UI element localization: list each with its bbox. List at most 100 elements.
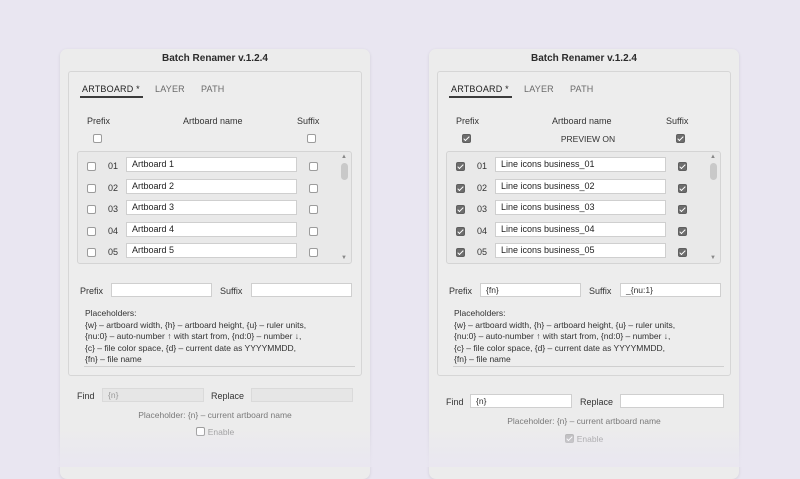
row-number: 04 (477, 226, 488, 236)
find-input[interactable]: {n} (470, 394, 572, 408)
row-prefix-checkbox[interactable] (87, 227, 96, 236)
artboard-name-field[interactable]: Artboard 2 (126, 179, 297, 194)
placeholders-line: {nu:0} – auto-number ↑ with start from, … (454, 331, 671, 341)
artboard-name-field[interactable]: Line icons business_05 (495, 243, 666, 258)
scroll-down-icon[interactable]: ▼ (341, 255, 347, 261)
artboard-name-field[interactable]: Line icons business_03 (495, 200, 666, 215)
row-prefix-checkbox[interactable] (456, 205, 465, 214)
row-suffix-checkbox[interactable] (678, 248, 687, 257)
select-all-suffix-checkbox[interactable] (307, 134, 316, 143)
row-number: 05 (477, 247, 488, 257)
batch-renamer-window-default: Batch Renamer v.1.2.4 ARTBOARD * LAYER P… (60, 49, 370, 479)
row-prefix-checkbox[interactable] (456, 227, 465, 236)
enable-find-replace[interactable]: Enable (429, 434, 739, 444)
placeholders-line: {c} – file color space, {d} – current da… (454, 342, 666, 353)
prefix-label: Prefix (80, 286, 104, 296)
row-suffix-checkbox[interactable] (678, 227, 687, 236)
placeholder-hint: Placeholder: {n} – current artboard name (507, 416, 661, 426)
row-number: 05 (108, 247, 119, 257)
prefix-label: Prefix (449, 286, 473, 296)
tab-path[interactable]: PATH (570, 84, 593, 94)
select-all-prefix-checkbox[interactable] (462, 134, 471, 143)
select-all-prefix-checkbox[interactable] (93, 134, 102, 143)
replace-label: Replace (580, 397, 614, 407)
row-prefix-checkbox[interactable] (87, 184, 96, 193)
row-number: 01 (108, 161, 119, 171)
row-suffix-checkbox[interactable] (678, 205, 687, 214)
options-panel: ARTBOARD * LAYER PATH Prefix Artboard na… (68, 71, 362, 376)
tab-path[interactable]: PATH (201, 84, 224, 94)
artboard-row: 04 Artboard 4 (78, 221, 340, 242)
prefix-column-header: Prefix (87, 116, 111, 126)
artboard-name-field[interactable]: Line icons business_04 (495, 222, 666, 237)
name-column-header: Artboard name (552, 116, 612, 126)
row-prefix-checkbox[interactable] (87, 205, 96, 214)
placeholders-help: Placeholders: {w} – artboard width, {h} … (85, 308, 306, 366)
artboard-name-field[interactable]: Line icons business_01 (495, 157, 666, 172)
artboard-row: 02 Artboard 2 (78, 178, 340, 199)
select-all-suffix-checkbox[interactable] (676, 134, 685, 143)
artboard-row: 05 Line icons business_05 (447, 242, 709, 263)
list-scrollbar[interactable]: ▲ ▼ (709, 152, 718, 263)
prefix-input[interactable]: {fn} (480, 283, 581, 297)
suffix-input[interactable]: _{nu:1} (620, 283, 721, 297)
row-prefix-checkbox[interactable] (87, 248, 96, 257)
artboard-name-field[interactable]: Line icons business_02 (495, 179, 666, 194)
row-suffix-checkbox[interactable] (309, 227, 318, 236)
scroll-down-icon[interactable]: ▼ (710, 255, 716, 261)
replace-input[interactable] (251, 388, 353, 402)
find-label: Find (77, 391, 95, 401)
artboard-row: 03 Line icons business_03 (447, 199, 709, 220)
placeholders-heading: Placeholders: (85, 308, 137, 318)
tab-layer[interactable]: LAYER (524, 84, 554, 94)
tab-artboard[interactable]: ARTBOARD * (80, 84, 143, 98)
row-suffix-checkbox[interactable] (309, 248, 318, 257)
row-suffix-checkbox[interactable] (678, 162, 687, 171)
placeholders-help: Placeholders: {w} – artboard width, {h} … (454, 308, 675, 366)
placeholders-heading: Placeholders: (454, 308, 506, 318)
artboard-name-field[interactable]: Artboard 5 (126, 243, 297, 258)
tab-layer[interactable]: LAYER (155, 84, 185, 94)
row-prefix-checkbox[interactable] (87, 162, 96, 171)
suffix-label: Suffix (220, 286, 243, 296)
artboard-row: 02 Line icons business_02 (447, 178, 709, 199)
placeholders-line: {w} – artboard width, {h} – artboard hei… (454, 319, 676, 330)
row-suffix-checkbox[interactable] (309, 205, 318, 214)
row-number: 02 (108, 183, 119, 193)
scroll-up-icon[interactable]: ▲ (710, 154, 716, 160)
enable-checkbox[interactable] (564, 434, 574, 443)
artboard-list: 01 Line icons business_01 02 Line icons … (446, 151, 721, 264)
row-prefix-checkbox[interactable] (456, 162, 465, 171)
list-scrollbar[interactable]: ▲ ▼ (340, 152, 349, 263)
row-prefix-checkbox[interactable] (456, 248, 465, 257)
artboard-row: 03 Artboard 3 (78, 199, 340, 220)
enable-label: Enable (576, 434, 604, 444)
tab-artboard[interactable]: ARTBOARD * (449, 84, 512, 98)
artboard-list: 01 Artboard 1 02 Artboard 2 03 Artboard … (77, 151, 352, 264)
divider (453, 366, 724, 367)
artboard-name-field[interactable]: Artboard 1 (126, 157, 297, 172)
prefix-column-header: Prefix (456, 116, 480, 126)
enable-checkbox[interactable] (195, 427, 205, 436)
artboard-name-field[interactable]: Artboard 4 (126, 222, 297, 237)
artboard-name-field[interactable]: Artboard 3 (126, 200, 297, 215)
row-suffix-checkbox[interactable] (678, 184, 687, 193)
placeholders-line: {fn} – file name (85, 354, 142, 364)
window-title: Batch Renamer v.1.2.4 (531, 53, 637, 64)
find-input[interactable]: {n} (102, 388, 204, 402)
row-suffix-checkbox[interactable] (309, 162, 318, 171)
scroll-up-icon[interactable]: ▲ (341, 154, 347, 160)
placeholders-line: {c} – file color space, {d} – current da… (85, 342, 297, 353)
placeholders-line: {fn} – file name (454, 354, 511, 364)
row-number: 01 (477, 161, 488, 171)
replace-input[interactable] (620, 394, 724, 408)
scroll-thumb[interactable] (341, 163, 348, 180)
enable-label: Enable (207, 427, 235, 437)
row-number: 02 (477, 183, 488, 193)
prefix-input[interactable] (111, 283, 212, 297)
scroll-thumb[interactable] (710, 163, 717, 180)
row-prefix-checkbox[interactable] (456, 184, 465, 193)
enable-find-replace[interactable]: Enable (60, 427, 370, 437)
row-suffix-checkbox[interactable] (309, 184, 318, 193)
suffix-input[interactable] (251, 283, 352, 297)
